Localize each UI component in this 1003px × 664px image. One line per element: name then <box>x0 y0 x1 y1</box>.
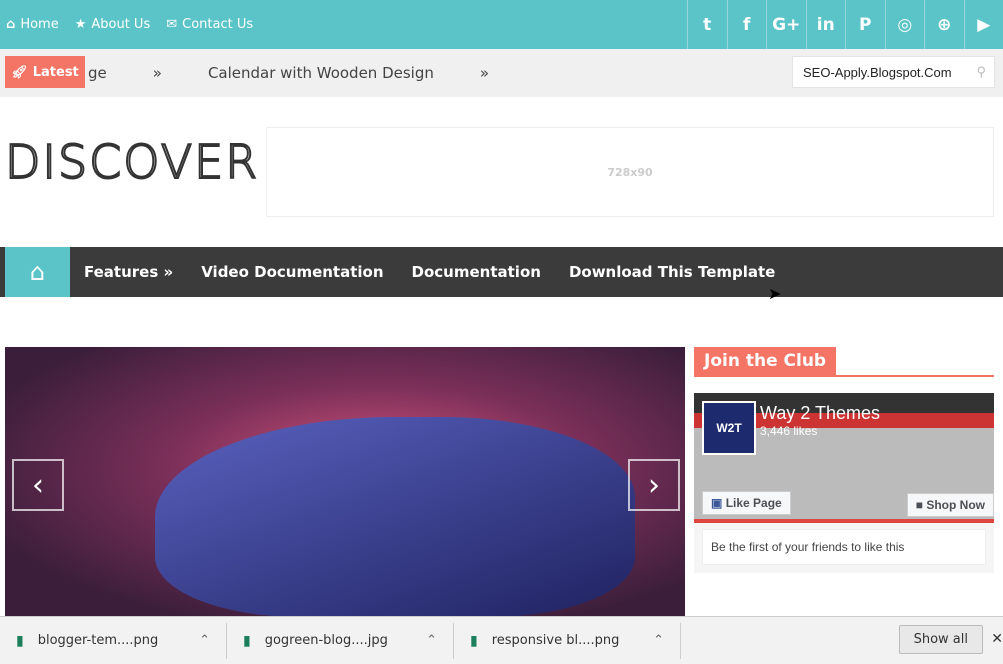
mouse-cursor: ➤ <box>768 284 782 303</box>
facebook-icon[interactable]: f <box>726 0 767 49</box>
slider-prev-button[interactable]: ‹ <box>12 459 64 511</box>
download-item[interactable]: ▮ blogger-tem....png ⌃ <box>0 622 227 659</box>
download-item[interactable]: ▮ gogreen-blog....jpg ⌃ <box>227 622 454 659</box>
shopping-bag-icon: ■ <box>915 498 923 512</box>
home-link[interactable]: ⌂ Home <box>6 17 59 32</box>
file-icon: ▮ <box>470 632 478 649</box>
ticker-item[interactable]: ge <box>88 64 107 82</box>
ticker-item[interactable]: Calendar with Wooden Design <box>208 64 434 82</box>
star-icon: ★ <box>74 17 87 32</box>
like-page-button[interactable]: ▣ Like Page <box>702 491 791 515</box>
instagram-icon[interactable]: ◎ <box>884 0 925 49</box>
slider-next-button[interactable]: › <box>628 459 680 511</box>
ad-banner[interactable]: 728x90 <box>266 127 994 217</box>
downloads-bar: ▮ blogger-tem....png ⌃ ▮ gogreen-blog....jp… <box>0 616 1003 664</box>
linkedin-icon[interactable]: in <box>805 0 846 49</box>
close-icon[interactable]: ✕ <box>991 631 1003 647</box>
pinterest-icon[interactable]: P <box>845 0 885 49</box>
news-ticker: ge » Calendar with Wooden Design » 🚀︎ Lat… <box>0 49 1003 97</box>
shop-now-button[interactable]: ■ Shop Now <box>906 493 994 517</box>
page-name[interactable]: Way 2 Themes <box>760 403 880 424</box>
page-avatar[interactable]: W2T <box>702 401 756 455</box>
rocket-icon: 🚀︎ <box>11 64 28 80</box>
sidebar: Join the Club W2T Way 2 Themes 3,446 lik… <box>694 347 994 573</box>
nav-documentation[interactable]: Documentation <box>412 263 541 281</box>
chevron-up-icon[interactable]: ⌃ <box>426 633 437 648</box>
nav-features[interactable]: Features » <box>84 263 173 281</box>
nav-video-documentation[interactable]: Video Documentation <box>201 263 383 281</box>
friends-text: Be the first of your friends to like thi… <box>702 529 986 565</box>
file-icon: ▮ <box>243 632 251 649</box>
page-likes: 3,446 likes <box>760 424 818 438</box>
widget-title: Join the Club <box>694 347 837 375</box>
envelope-icon: ✉ <box>166 17 178 32</box>
search-input[interactable]: SEO-Apply.Blogspot.Com ⚲ <box>792 56 995 88</box>
facebook-widget: W2T Way 2 Themes 3,446 likes ▣ Like Page… <box>694 393 994 573</box>
image-slider[interactable]: ‹ › <box>5 347 685 617</box>
ticker-separator: » <box>479 64 490 82</box>
facebook-icon: ▣ <box>711 496 723 510</box>
slide-image <box>155 417 635 617</box>
contact-link[interactable]: ✉ Contact Us <box>166 17 253 32</box>
about-link[interactable]: ★ About Us <box>75 17 151 32</box>
nav-home-button[interactable]: ⌂ <box>5 247 70 297</box>
latest-badge: 🚀︎ Latest <box>5 56 85 88</box>
divider <box>694 519 994 523</box>
site-logo[interactable]: DISCOVER <box>4 134 259 190</box>
home-icon: ⌂ <box>29 258 46 286</box>
twitter-icon[interactable]: t <box>687 0 727 49</box>
show-all-button[interactable]: Show all <box>898 625 983 654</box>
download-item[interactable]: ▮ responsive bl....png ⌃ <box>454 622 681 659</box>
chevron-up-icon[interactable]: ⌃ <box>199 633 210 648</box>
top-bar: ⌂ Home ★ About Us ✉ Contact Us t f G+ in P … <box>0 0 1003 49</box>
header: DISCOVER 728x90 <box>0 97 1003 247</box>
main-nav: ⌂ Features » Video Documentation Documen… <box>0 247 1003 297</box>
ticker-separator: » <box>152 64 162 82</box>
google-plus-icon[interactable]: G+ <box>766 0 806 49</box>
youtube-icon[interactable]: ▶ <box>963 0 1003 49</box>
home-icon: ⌂ <box>6 17 16 32</box>
chevron-up-icon[interactable]: ⌃ <box>653 633 664 648</box>
nav-download-template[interactable]: Download This Template <box>569 263 775 281</box>
dribbble-icon[interactable]: ⊕ <box>924 0 964 49</box>
file-icon: ▮ <box>16 632 24 649</box>
search-icon[interactable]: ⚲ <box>976 64 986 80</box>
